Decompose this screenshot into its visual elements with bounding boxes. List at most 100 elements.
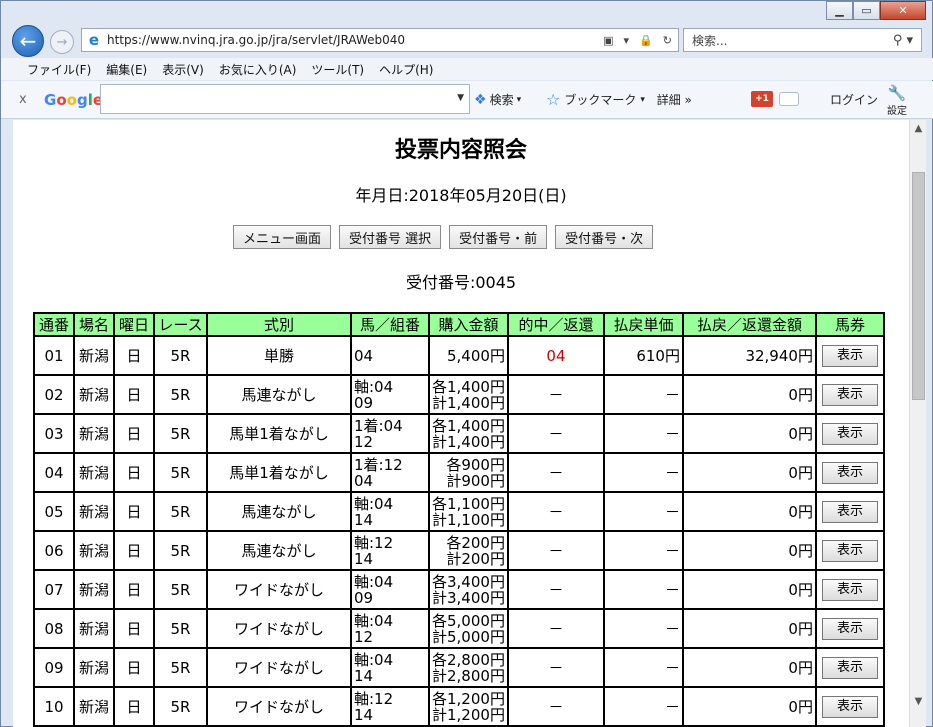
url-text[interactable]: https://www.nvinq.jra.go.jp/jra/servlet/… (107, 33, 603, 47)
receipt-prev-button[interactable]: 受付番号・前 (449, 225, 548, 249)
amount-line-1: 5,400円 (447, 346, 505, 365)
google-search-input[interactable]: ▼ (100, 84, 470, 114)
cell-hit: 04 (506, 335, 605, 376)
header-hit: 的中／返還 (506, 312, 605, 337)
show-ticket-button[interactable]: 表示 (821, 500, 878, 523)
toolbar-close-icon[interactable]: x (19, 92, 27, 107)
cell-venue: 新潟 (73, 491, 115, 532)
vertical-scrollbar[interactable]: ▲ ▼ (909, 120, 926, 727)
receipt-next-button[interactable]: 受付番号・次 (555, 225, 654, 249)
back-arrow-icon[interactable]: ← (12, 25, 44, 57)
chevron-down-icon[interactable]: ▼ (457, 93, 464, 103)
cell-unit: － (602, 686, 684, 727)
cell-no: 02 (33, 374, 75, 415)
menu-help[interactable]: ヘルプ(H) (379, 61, 433, 78)
cell-venue: 新潟 (73, 530, 115, 571)
amount-line-2: 計5,000円 (432, 627, 505, 646)
cell-type: 馬連ながし (206, 530, 352, 571)
cell-no: 01 (33, 335, 75, 376)
cell-race: 5R (153, 452, 208, 493)
address-bar[interactable]: e https://www.nvinq.jra.go.jp/jra/servle… (81, 28, 679, 52)
show-ticket-button[interactable]: 表示 (821, 695, 878, 718)
menu-bar: ファイル(F) 編集(E) 表示(V) お気に入り(A) ツール(T) ヘルプ(… (1, 58, 933, 80)
show-ticket-button[interactable]: 表示 (821, 578, 878, 601)
amount-line-1: 各200円 (446, 533, 505, 552)
cell-payout: 0円 (681, 647, 817, 688)
dropdown-icon[interactable]: ▾ (624, 34, 630, 47)
cell-no: 04 (33, 452, 75, 493)
address-tools: ▣ ▾ 🔒 ↻ (603, 34, 672, 47)
show-ticket-button[interactable]: 表示 (821, 461, 878, 484)
toggle-icon[interactable] (779, 92, 799, 106)
menu-screen-button[interactable]: メニュー画面 (233, 225, 332, 249)
cell-day: 日 (113, 374, 155, 415)
cell-ticket: 表示 (814, 452, 885, 493)
show-ticket-button[interactable]: 表示 (821, 656, 878, 679)
cell-race: 5R (153, 374, 208, 415)
ticket-table-body: 01 新潟日 5R 単勝 04 5,400円 04 610円 32,940円 表示 02 新潟日 5R 馬… (33, 335, 885, 727)
detail-label[interactable]: 詳細 » (657, 91, 692, 108)
cell-day: 日 (113, 413, 155, 454)
cell-amount: 各2,800円 計2,800円 (428, 647, 509, 688)
cell-payout: 0円 (681, 452, 817, 493)
lock-icon[interactable]: 🔒 (639, 34, 653, 47)
login-link[interactable]: ログイン (830, 91, 878, 108)
cell-hit: － (506, 491, 605, 532)
compatibility-icon[interactable]: ▣ (603, 34, 613, 47)
cell-type: 馬連ながし (206, 374, 352, 415)
search-icon[interactable]: ⚲ ▾ (893, 33, 913, 48)
menu-file[interactable]: ファイル(F) (27, 61, 91, 78)
cell-race: 5R (153, 530, 208, 571)
cell-race: 5R (153, 569, 208, 610)
gplus-button[interactable]: +1 (751, 91, 773, 107)
show-ticket-button[interactable]: 表示 (821, 383, 878, 406)
maximize-icon[interactable]: ▭ (853, 1, 880, 20)
cell-payout: 0円 (681, 608, 817, 649)
cell-hit: － (506, 530, 605, 571)
amount-line-2: 計1,400円 (432, 393, 505, 412)
cell-type: ワイドながし (206, 686, 352, 727)
cell-race: 5R (153, 335, 208, 376)
combo-line-1: 軸:04 (354, 572, 394, 591)
minimize-icon[interactable]: ▁ (826, 1, 853, 20)
menu-edit[interactable]: 編集(E) (106, 61, 147, 78)
scroll-up-icon[interactable]: ▲ (910, 120, 927, 137)
close-icon[interactable]: ✕ (880, 1, 926, 20)
combo-line-1: 04 (354, 346, 374, 365)
cell-type: 馬単1着ながし (206, 452, 352, 493)
header-combo: 馬／組番 (350, 312, 430, 337)
cell-day: 日 (113, 569, 155, 610)
scroll-down-icon[interactable]: ▼ (910, 693, 927, 710)
cell-type: ワイドながし (206, 647, 352, 688)
combo-line-2: 14 (354, 549, 374, 568)
menu-view[interactable]: 表示(V) (162, 61, 204, 78)
show-ticket-button[interactable]: 表示 (821, 344, 878, 367)
header-ticket: 馬券 (814, 312, 885, 337)
amount-line-1: 各900円 (446, 455, 505, 474)
receipt-select-button[interactable]: 受付番号 選択 (339, 225, 442, 249)
cell-race: 5R (153, 686, 208, 727)
cell-unit: － (602, 413, 684, 454)
bookmark-button[interactable]: ☆ ブックマーク ▾ 詳細 » (546, 90, 692, 109)
cell-ticket: 表示 (814, 530, 885, 571)
header-payout: 払戻／返還金額 (681, 312, 817, 337)
cell-venue: 新潟 (73, 413, 115, 454)
show-ticket-button[interactable]: 表示 (821, 422, 878, 445)
menu-tools[interactable]: ツール(T) (311, 61, 364, 78)
settings-button[interactable]: 🔧 設定 (887, 84, 907, 117)
settings-label: 設定 (887, 106, 907, 117)
refresh-icon[interactable]: ↻ (663, 34, 672, 47)
browser-search-box[interactable]: 検索... ⚲ ▾ (683, 28, 922, 52)
show-ticket-button[interactable]: 表示 (821, 539, 878, 562)
google-search-button[interactable]: ❖ 検索 ▾ (474, 91, 521, 108)
amount-line-1: 各1,400円 (432, 377, 505, 396)
table-row: 07 新潟日 5R ワイドながし 軸:04 09 各3,400円 計3,400円－－ 0円 表示 (33, 569, 885, 610)
show-ticket-button[interactable]: 表示 (821, 617, 878, 640)
amount-line-2: 計1,200円 (432, 705, 505, 724)
combo-line-1: 軸:04 (354, 377, 394, 396)
scroll-thumb[interactable] (912, 172, 925, 400)
cell-amount: 各1,100円 計1,100円 (428, 491, 509, 532)
cell-no: 05 (33, 491, 75, 532)
menu-favorites[interactable]: お気に入り(A) (219, 61, 297, 78)
forward-arrow-icon[interactable]: → (50, 30, 74, 54)
